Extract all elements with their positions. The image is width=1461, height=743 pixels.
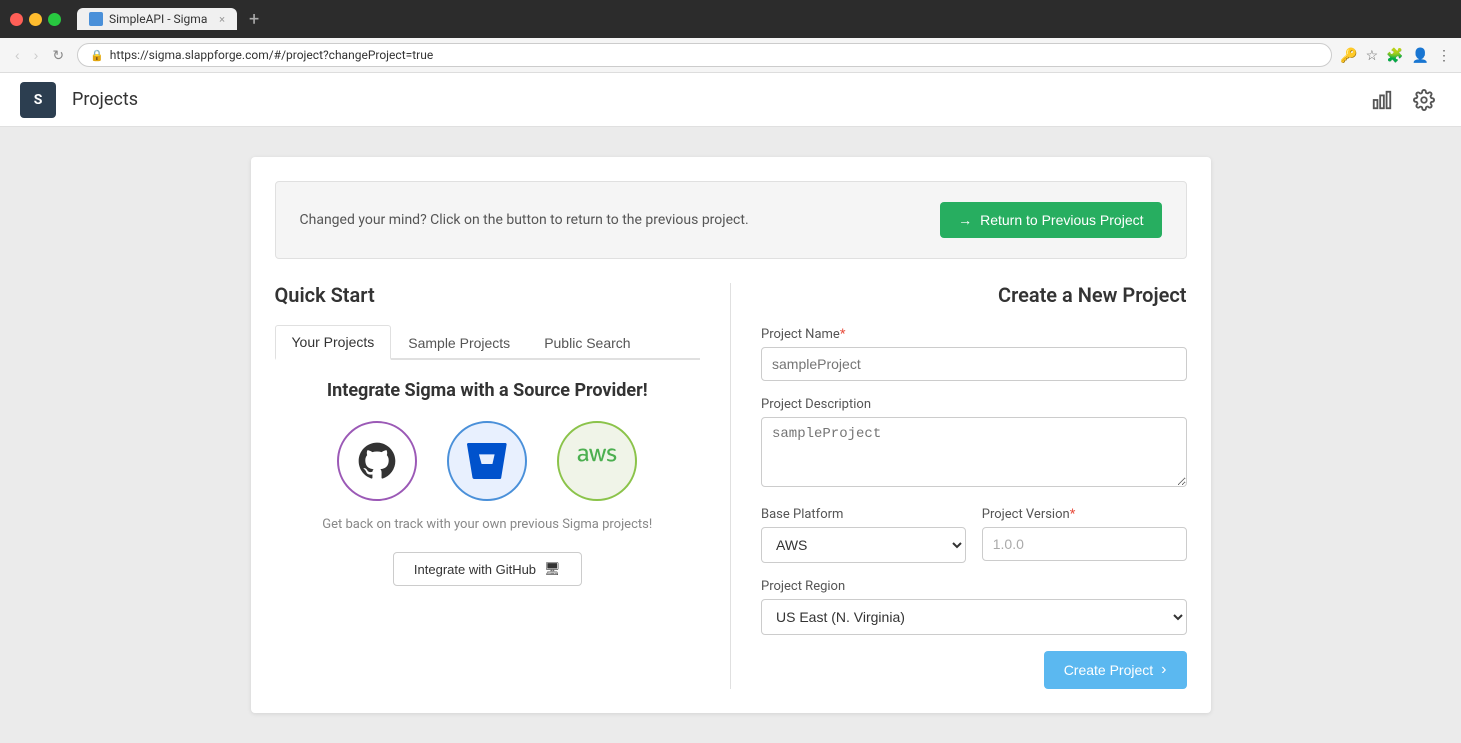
project-region-group: Project Region US East (N. Virginia) US …	[761, 579, 1187, 635]
traffic-lights	[10, 13, 61, 26]
close-traffic-light[interactable]	[10, 13, 23, 26]
address-bar: ‹ › ↻ 🔒 https://sigma.slappforge.com/#/p…	[0, 38, 1461, 73]
url-bar[interactable]: 🔒 https://sigma.slappforge.com/#/project…	[77, 43, 1332, 67]
create-project-label: Create Project	[1064, 662, 1153, 678]
project-version-input[interactable]	[982, 527, 1187, 561]
return-to-previous-project-button[interactable]: → Return to Previous Project	[940, 202, 1161, 238]
github-provider-icon[interactable]	[337, 421, 417, 501]
settings-icon	[1413, 89, 1435, 111]
bitbucket-provider-icon[interactable]	[447, 421, 527, 501]
main-content: Changed your mind? Click on the button t…	[0, 127, 1461, 743]
browser-actions: 🔑 ☆ 🧩 👤 ⋮	[1340, 47, 1451, 64]
create-button-container: Create Project ›	[761, 651, 1187, 689]
url-text: https://sigma.slappforge.com/#/project?c…	[110, 48, 433, 62]
profile-icon[interactable]: 👤	[1412, 47, 1429, 64]
browser-chrome: SimpleAPI - Sigma × +	[0, 0, 1461, 38]
quick-start-title: Quick Start	[275, 283, 701, 307]
analytics-icon	[1371, 89, 1393, 111]
settings-button[interactable]	[1407, 83, 1441, 117]
return-btn-label: Return to Previous Project	[980, 212, 1143, 228]
integrate-subtitle: Get back on track with your own previous…	[275, 517, 701, 532]
app-logo: S	[20, 82, 56, 118]
base-platform-select[interactable]: AWS Azure GCP	[761, 527, 966, 563]
extensions-icon[interactable]: 🧩	[1386, 47, 1403, 64]
return-btn-arrow: →	[958, 212, 972, 228]
active-tab[interactable]: SimpleAPI - Sigma ×	[77, 8, 237, 30]
return-banner: Changed your mind? Click on the button t…	[275, 181, 1187, 259]
tab-bar: SimpleAPI - Sigma × +	[77, 8, 1451, 30]
nav-buttons: ‹ › ↻	[10, 45, 69, 66]
tab-sample-projects[interactable]: Sample Projects	[391, 325, 527, 360]
integrate-github-label: Integrate with GitHub	[414, 562, 536, 577]
content-body: Quick Start Your Projects Sample Project…	[251, 259, 1211, 713]
return-banner-text: Changed your mind? Click on the button t…	[300, 212, 749, 228]
menu-icon[interactable]: ⋮	[1437, 47, 1451, 64]
lock-icon: 🔒	[90, 49, 104, 62]
project-description-input[interactable]	[761, 417, 1187, 487]
project-version-label: Project Version*	[982, 507, 1187, 522]
base-platform-label: Base Platform	[761, 507, 966, 522]
header-actions	[1365, 83, 1441, 117]
monitor-icon: 🖥	[544, 561, 561, 577]
project-version-group: Project Version*	[982, 507, 1187, 561]
panel-divider	[730, 283, 731, 689]
forward-button[interactable]: ›	[29, 45, 44, 65]
version-required-indicator: *	[1070, 507, 1076, 522]
create-project-arrow: ›	[1161, 661, 1166, 679]
back-button[interactable]: ‹	[10, 45, 25, 65]
provider-icons	[275, 421, 701, 501]
aws-logo	[576, 440, 618, 482]
integrate-heading: Integrate Sigma with a Source Provider!	[275, 380, 701, 401]
bitbucket-logo	[467, 441, 507, 481]
content-card: Changed your mind? Click on the button t…	[251, 157, 1211, 713]
project-region-label: Project Region	[761, 579, 1187, 594]
left-panel: Quick Start Your Projects Sample Project…	[275, 283, 701, 689]
maximize-traffic-light[interactable]	[48, 13, 61, 26]
base-platform-col: Base Platform AWS Azure GCP	[761, 507, 966, 579]
github-logo	[355, 439, 399, 483]
refresh-button[interactable]: ↻	[47, 45, 69, 66]
tab-close-button[interactable]: ×	[219, 13, 225, 26]
project-name-input[interactable]	[761, 347, 1187, 381]
project-description-group: Project Description	[761, 397, 1187, 491]
base-platform-group: Base Platform AWS Azure GCP	[761, 507, 966, 563]
project-description-label: Project Description	[761, 397, 1187, 412]
project-version-col: Project Version*	[982, 507, 1187, 579]
create-project-button[interactable]: Create Project ›	[1044, 651, 1187, 689]
minimize-traffic-light[interactable]	[29, 13, 42, 26]
key-icon[interactable]: 🔑	[1340, 47, 1357, 64]
required-indicator: *	[840, 327, 846, 342]
aws-provider-icon[interactable]	[557, 421, 637, 501]
new-tab-button[interactable]: +	[243, 9, 265, 30]
project-name-group: Project Name*	[761, 327, 1187, 381]
project-name-label: Project Name*	[761, 327, 1187, 342]
tabs-container: Your Projects Sample Projects Public Sea…	[275, 323, 701, 360]
platform-version-row: Base Platform AWS Azure GCP Project Vers…	[761, 507, 1187, 579]
tab-public-search[interactable]: Public Search	[527, 325, 647, 360]
tab-title: SimpleAPI - Sigma	[109, 12, 207, 26]
right-panel: Create a New Project Project Name* Proje…	[761, 283, 1187, 689]
create-project-title: Create a New Project	[761, 283, 1187, 307]
integrate-github-button[interactable]: Integrate with GitHub 🖥	[393, 552, 582, 586]
app-header: S Projects	[0, 73, 1461, 127]
tab-favicon	[89, 12, 103, 26]
project-region-select[interactable]: US East (N. Virginia) US West (Oregon) E…	[761, 599, 1187, 635]
tab-your-projects[interactable]: Your Projects	[275, 325, 392, 360]
analytics-button[interactable]	[1365, 83, 1399, 117]
app-title: Projects	[72, 89, 138, 110]
star-icon[interactable]: ☆	[1366, 47, 1379, 64]
